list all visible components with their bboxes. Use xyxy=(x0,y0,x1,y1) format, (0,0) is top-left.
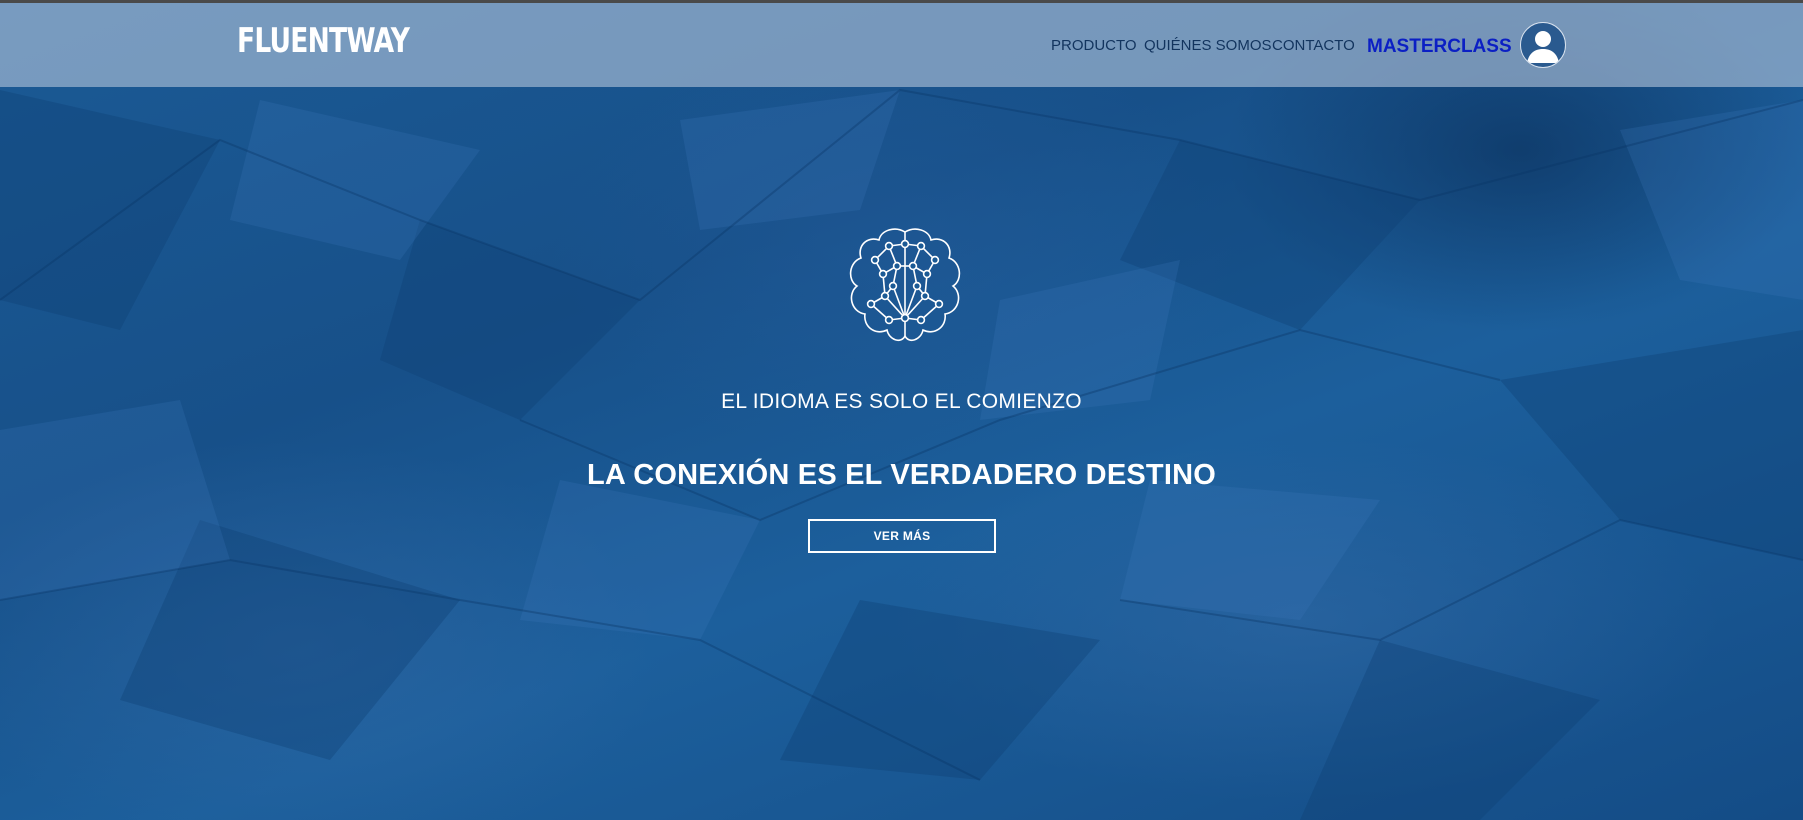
nav-producto[interactable]: PRODUCTO xyxy=(1051,37,1137,54)
nav-masterclass[interactable]: MASTERCLASS xyxy=(1367,36,1512,58)
nav-quienes-somos[interactable]: QUIÉNES SOMOS xyxy=(1144,37,1272,54)
site-logo[interactable]: FLUENTWAY xyxy=(237,21,410,61)
nav-contacto[interactable]: CONTACTO xyxy=(1272,37,1355,54)
hero-tagline: EL IDIOMA ES SOLO EL COMIENZO xyxy=(721,390,1082,413)
brain-network-icon xyxy=(849,228,961,342)
hero-headline: LA CONEXIÓN ES EL VERDADERO DESTINO xyxy=(587,459,1216,491)
hero-page: FLUENTWAY PRODUCTO QUIÉNES SOMOS CONTACT… xyxy=(0,0,1803,820)
ver-mas-button[interactable]: VER MÁS xyxy=(808,519,996,553)
site-header: FLUENTWAY PRODUCTO QUIÉNES SOMOS CONTACT… xyxy=(0,3,1803,87)
user-avatar-icon[interactable] xyxy=(1520,22,1566,68)
